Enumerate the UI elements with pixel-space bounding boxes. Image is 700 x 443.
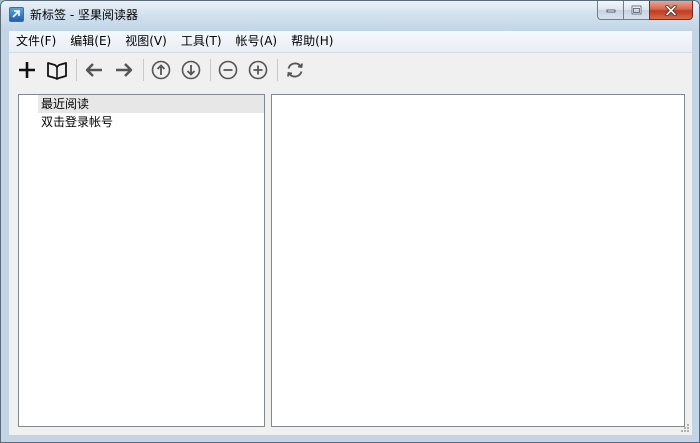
scroll-down-button[interactable] xyxy=(177,56,205,84)
zoom-in-button[interactable] xyxy=(244,56,272,84)
zoom-in-icon xyxy=(248,60,268,79)
close-button[interactable] xyxy=(649,1,693,20)
menu-account[interactable]: 帐号(A) xyxy=(230,32,284,51)
refresh-icon xyxy=(287,62,303,77)
toolbar xyxy=(9,53,692,86)
back-button[interactable] xyxy=(80,56,108,84)
add-button[interactable] xyxy=(13,56,41,84)
tree-item-recent[interactable]: 最近阅读 xyxy=(38,95,264,113)
window-title: 新标签 - 坚果阅读器 xyxy=(30,8,138,22)
book-icon xyxy=(47,61,67,80)
toolbar-separator xyxy=(76,58,77,81)
title-bar[interactable]: 新标签 - 坚果阅读器 xyxy=(1,1,699,31)
zoom-out-button[interactable] xyxy=(214,56,242,84)
toolbar-separator xyxy=(277,58,278,81)
tree-item-login[interactable]: 双击登录帐号 xyxy=(38,113,264,131)
menu-view[interactable]: 视图(V) xyxy=(119,32,173,51)
feed-tree-panel[interactable]: 最近阅读 双击登录帐号 xyxy=(18,94,265,427)
minimize-icon xyxy=(606,9,615,13)
toolbar-separator xyxy=(143,58,144,81)
close-icon xyxy=(665,4,677,16)
minimize-button[interactable] xyxy=(597,1,623,20)
scroll-up-button[interactable] xyxy=(147,56,175,84)
maximize-button[interactable] xyxy=(623,1,649,20)
content-area: 最近阅读 双击登录帐号 xyxy=(9,86,692,435)
plus-icon xyxy=(19,61,35,78)
refresh-button[interactable] xyxy=(281,56,309,84)
arrow-left-icon xyxy=(85,62,102,77)
app-window: 新标签 - 坚果阅读器 文件(F) 编辑(E) 视图(V) 工具(T) 帐号(A… xyxy=(0,0,700,443)
arrow-right-icon xyxy=(116,62,133,77)
menu-help[interactable]: 帮助(H) xyxy=(285,32,339,51)
menu-bar: 文件(F) 编辑(E) 视图(V) 工具(T) 帐号(A) 帮助(H) xyxy=(9,31,692,53)
resize-grip-icon[interactable] xyxy=(680,423,690,433)
caption-buttons xyxy=(597,1,693,21)
circle-arrow-up-icon xyxy=(151,60,171,79)
circle-arrow-down-icon xyxy=(181,60,201,79)
app-logo-icon xyxy=(9,7,24,22)
menu-file[interactable]: 文件(F) xyxy=(9,32,62,51)
menu-tools[interactable]: 工具(T) xyxy=(175,32,228,51)
zoom-out-icon xyxy=(218,60,238,79)
forward-button[interactable] xyxy=(110,56,138,84)
library-button[interactable] xyxy=(43,56,71,84)
reading-pane[interactable] xyxy=(271,94,685,427)
menu-edit[interactable]: 编辑(E) xyxy=(64,32,117,51)
toolbar-separator xyxy=(210,58,211,81)
maximize-icon xyxy=(631,5,642,15)
